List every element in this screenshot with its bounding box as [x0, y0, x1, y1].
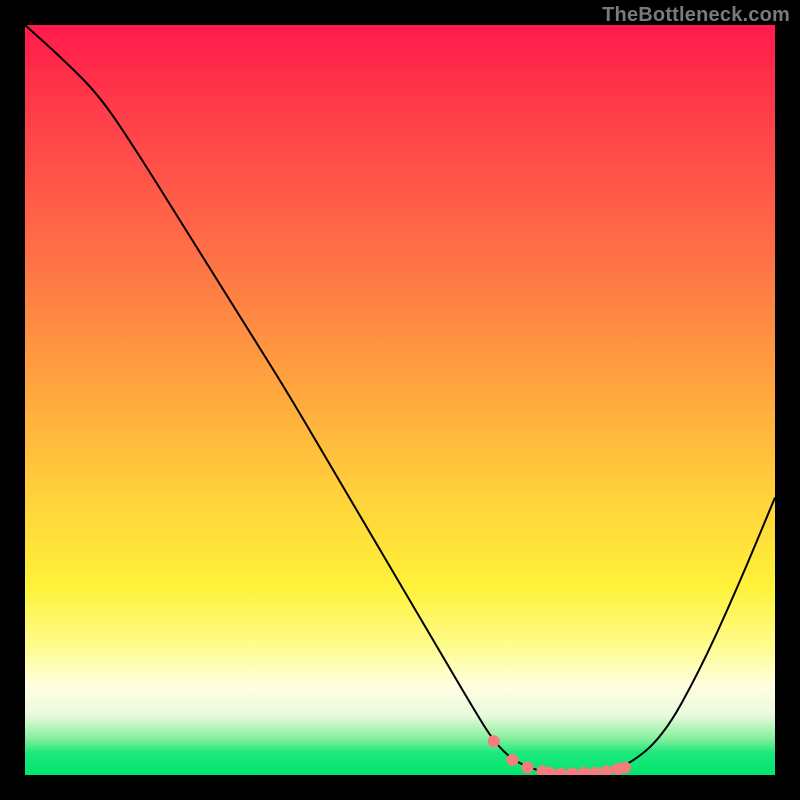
curve-svg	[25, 25, 775, 775]
curve-markers	[488, 736, 630, 775]
chart-container: TheBottleneck.com	[0, 0, 800, 800]
curve-marker	[507, 755, 518, 766]
curve-marker	[620, 762, 631, 773]
curve-marker	[601, 766, 612, 775]
plot-area	[25, 25, 775, 775]
curve-marker	[488, 736, 499, 747]
curve-marker	[578, 767, 589, 775]
curve-marker	[567, 768, 578, 775]
watermark-text: TheBottleneck.com	[602, 4, 790, 27]
curve-marker	[556, 768, 567, 775]
curve-marker	[590, 767, 601, 775]
curve-marker	[545, 767, 556, 775]
curve-marker	[522, 762, 533, 773]
bottleneck-curve	[25, 25, 775, 773]
